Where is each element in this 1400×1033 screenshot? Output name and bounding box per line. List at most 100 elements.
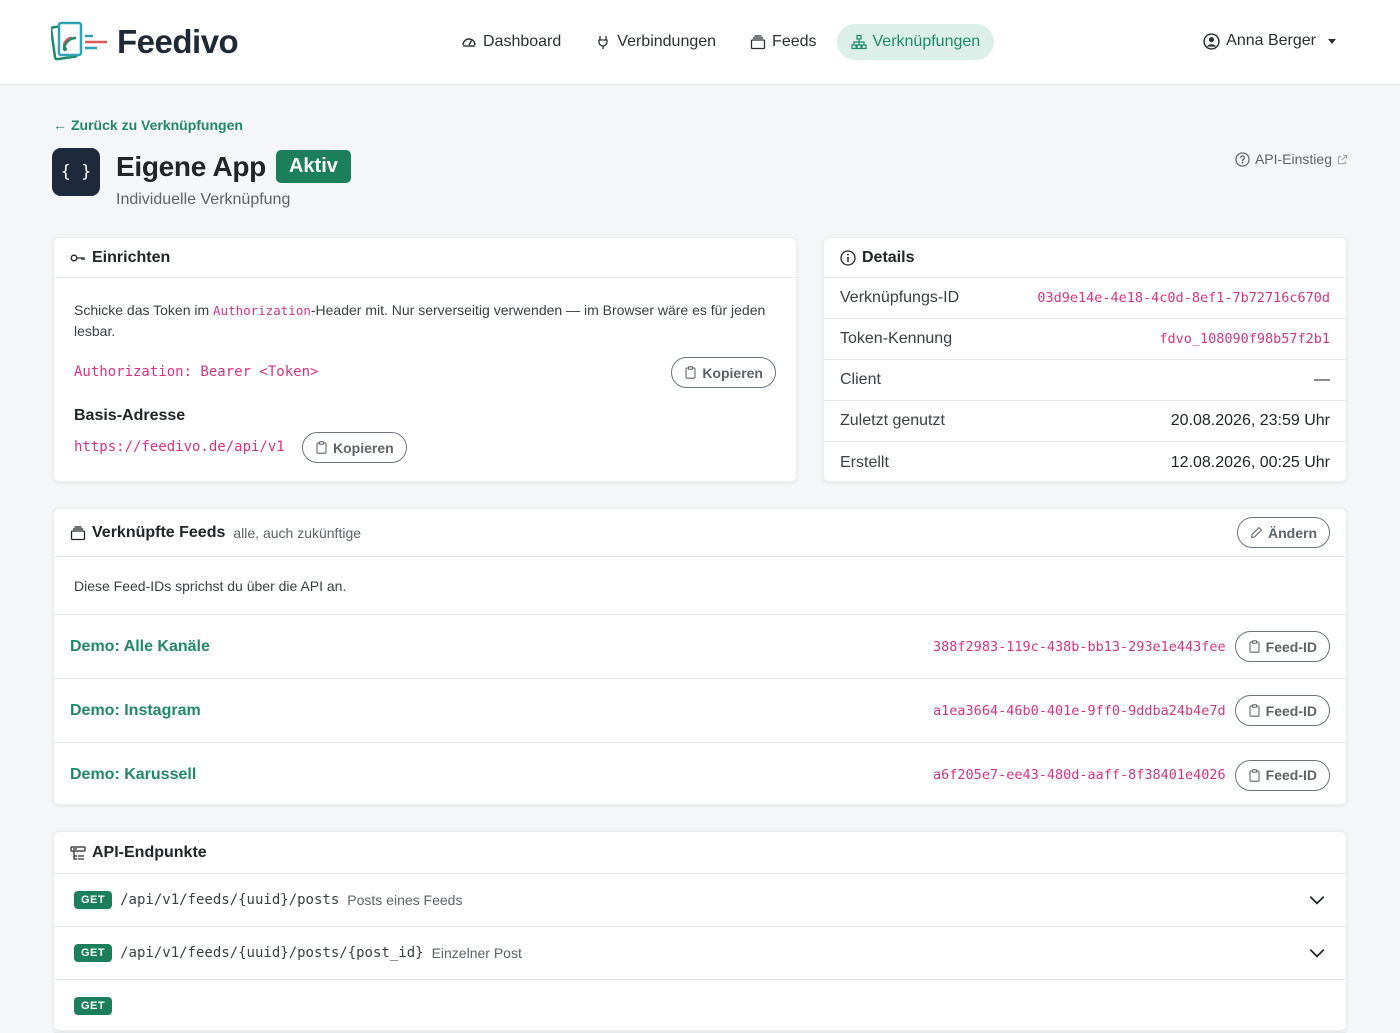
diagram-icon xyxy=(850,34,867,50)
base-address-label: Basis-Adresse xyxy=(74,407,186,424)
detail-value: 03d9e14e-4e18-4c0d-8ef1-7b72716c670d xyxy=(1037,290,1330,306)
api-endpoints-card: API-Endpunkte GET /api/v1/feeds/{uuid}/p… xyxy=(53,831,1347,1033)
setup-card: Einrichten Schicke das Token im Authoriz… xyxy=(53,237,797,482)
details-card-title: Details xyxy=(862,248,915,266)
page-title: Eigene App xyxy=(116,150,266,182)
nav-feeds-label: Feeds xyxy=(772,33,817,50)
nav-verbindungen[interactable]: Verbindungen xyxy=(581,24,730,60)
copy-feed-id-label: Feed-ID xyxy=(1265,767,1317,783)
endpoint-row[interactable]: GET /api/v1/feeds/{uuid}/posts Posts ein… xyxy=(54,874,1346,927)
user-menu[interactable]: Anna Berger xyxy=(1203,32,1336,50)
chevron-down-icon[interactable] xyxy=(1308,944,1326,962)
api-docs-link[interactable]: API-Einstieg xyxy=(1235,151,1348,167)
feeds-card-title: Verknüpfte Feeds xyxy=(92,523,226,541)
details-card-header: Details xyxy=(824,238,1346,278)
change-feeds-button[interactable]: Ändern xyxy=(1237,517,1330,548)
setup-card-title: Einrichten xyxy=(92,248,171,266)
back-link-label: Zurück zu Verknüpfungen xyxy=(71,117,243,133)
copy-auth-button[interactable]: Kopieren xyxy=(671,357,776,388)
endpoints-card-header: API-Endpunkte xyxy=(54,832,1346,874)
copy-feed-id-label: Feed-ID xyxy=(1265,638,1317,655)
collection-icon xyxy=(70,525,86,540)
detail-value: 20.08.2026, 23:59 Uhr xyxy=(1170,412,1330,429)
nav-dashboard[interactable]: Dashboard xyxy=(447,24,575,60)
copy-base-url-button[interactable]: Kopieren xyxy=(302,432,407,463)
setup-card-header: Einrichten xyxy=(54,238,796,278)
endpoint-description: Einzelner Post xyxy=(431,945,522,961)
detail-row-token-id: Token-Kennung fdvo_108090f98b57f2b1 xyxy=(824,319,1346,360)
caret-down-icon xyxy=(1328,38,1336,44)
brand-logo[interactable]: Feedivo xyxy=(51,20,239,64)
feed-id: a6f205e7-ee43-480d-aaff-8f38401e4026 xyxy=(933,767,1226,783)
endpoint-row[interactable]: GET xyxy=(54,980,1346,1033)
chevron-down-icon[interactable] xyxy=(1308,891,1326,909)
copy-feed-id-button[interactable]: Feed-ID xyxy=(1234,759,1330,791)
question-circle-icon xyxy=(1235,151,1250,167)
feed-name-link[interactable]: Demo: Instagram xyxy=(70,702,201,720)
clipboard-icon xyxy=(685,366,696,379)
endpoint-row[interactable]: GET /api/v1/feeds/{uuid}/posts/{post_id}… xyxy=(54,927,1346,980)
detail-row-link-id: Verknüpfungs-ID 03d9e14e-4e18-4c0d-8ef1-… xyxy=(824,278,1346,319)
detail-value: — xyxy=(1314,371,1330,388)
feeds-card-subtitle: alle, auch zukünftige xyxy=(233,524,362,541)
detail-label: Client xyxy=(840,371,881,388)
clipboard-icon xyxy=(1249,768,1260,782)
info-circle-icon xyxy=(840,249,856,266)
feed-row: Demo: Alle Kanäle 388f2983-119c-438b-bb1… xyxy=(54,615,1346,679)
detail-row-created: Erstellt 12.08.2026, 00:25 Uhr xyxy=(824,442,1346,483)
http-method-badge: GET xyxy=(74,944,113,962)
copy-base-label: Kopieren xyxy=(333,439,394,456)
copy-auth-label: Kopieren xyxy=(702,364,763,381)
nav-dashboard-label: Dashboard xyxy=(483,33,562,50)
feed-row: Demo: Karussell a6f205e7-ee43-480d-aaff-… xyxy=(54,743,1346,807)
details-card: Details Verknüpfungs-ID 03d9e14e-4e18-4c… xyxy=(823,237,1347,482)
plug-icon xyxy=(598,36,608,49)
clipboard-icon xyxy=(1249,640,1260,653)
endpoint-path: /api/v1/feeds/{uuid}/posts/{post_id} xyxy=(120,945,424,961)
gauge-icon xyxy=(462,38,476,47)
detail-value: 12.08.2026, 00:25 Uhr xyxy=(1170,453,1330,471)
endpoint-description: Posts eines Feeds xyxy=(347,892,463,908)
auth-header-example: Authorization: Bearer <Token> xyxy=(74,364,319,380)
page-subtitle: Individuelle Verknüpfung xyxy=(116,191,291,208)
navbar: Feedivo Dashboard Verbindungen Feeds Ver… xyxy=(0,0,1400,85)
nav-feeds[interactable]: Feeds xyxy=(736,24,830,60)
setup-description: Schicke das Token im Authorization-Heade… xyxy=(74,300,774,342)
key-icon xyxy=(70,254,85,261)
endpoints-icon xyxy=(70,845,86,860)
app-title-row: Eigene App Aktiv xyxy=(116,150,351,183)
person-circle-icon xyxy=(1203,32,1220,50)
setup-text-part: Schicke das Token im xyxy=(74,302,214,318)
change-feeds-label: Ändern xyxy=(1268,524,1317,541)
setup-text-code: Authorization xyxy=(213,303,311,318)
feed-row: Demo: Instagram a1ea3664-46b0-401e-9ff0-… xyxy=(54,679,1346,743)
nav-verknuepfungen[interactable]: Verknüpfungen xyxy=(836,24,995,60)
back-link[interactable]: ← Zurück zu Verknüpfungen xyxy=(53,117,243,133)
detail-row-last-used: Zuletzt genutzt 20.08.2026, 23:59 Uhr xyxy=(824,401,1346,442)
feed-name-link[interactable]: Demo: Karussell xyxy=(70,766,196,784)
feed-id: a1ea3664-46b0-401e-9ff0-9ddba24b4e7d xyxy=(933,702,1226,719)
clipboard-icon xyxy=(316,441,327,454)
clipboard-icon xyxy=(1249,704,1260,717)
copy-feed-id-label: Feed-ID xyxy=(1265,702,1317,719)
feeds-hint: Diese Feed-IDs sprichst du über die API … xyxy=(54,557,1346,615)
detail-label: Verknüpfungs-ID xyxy=(840,289,960,306)
copy-feed-id-button[interactable]: Feed-ID xyxy=(1234,631,1330,662)
user-name: Anna Berger xyxy=(1226,32,1316,49)
base-address-url: https://feedivo.de/api/v1 xyxy=(74,439,285,455)
detail-label: Erstellt xyxy=(840,453,889,471)
endpoint-path: /api/v1/feeds/{uuid}/posts xyxy=(120,892,340,908)
feed-name-link[interactable]: Demo: Alle Kanäle xyxy=(70,638,210,656)
brand-name: Feedivo xyxy=(117,23,239,60)
api-docs-link-label: API-Einstieg xyxy=(1254,151,1332,167)
copy-feed-id-button[interactable]: Feed-ID xyxy=(1234,695,1330,726)
arrow-left-icon: ← xyxy=(53,117,67,133)
feeds-card-header: Verknüpfte Feeds alle, auch zukünftige Ä… xyxy=(54,509,1346,557)
feedivo-logo-icon xyxy=(51,21,107,61)
collection-icon xyxy=(750,35,766,50)
external-link-icon xyxy=(1337,154,1348,164)
linked-feeds-card: Verknüpfte Feeds alle, auch zukünftige Ä… xyxy=(53,508,1347,805)
detail-label: Token-Kennung xyxy=(840,330,953,347)
detail-row-client: Client — xyxy=(824,360,1346,401)
status-badge: Aktiv xyxy=(275,150,351,183)
